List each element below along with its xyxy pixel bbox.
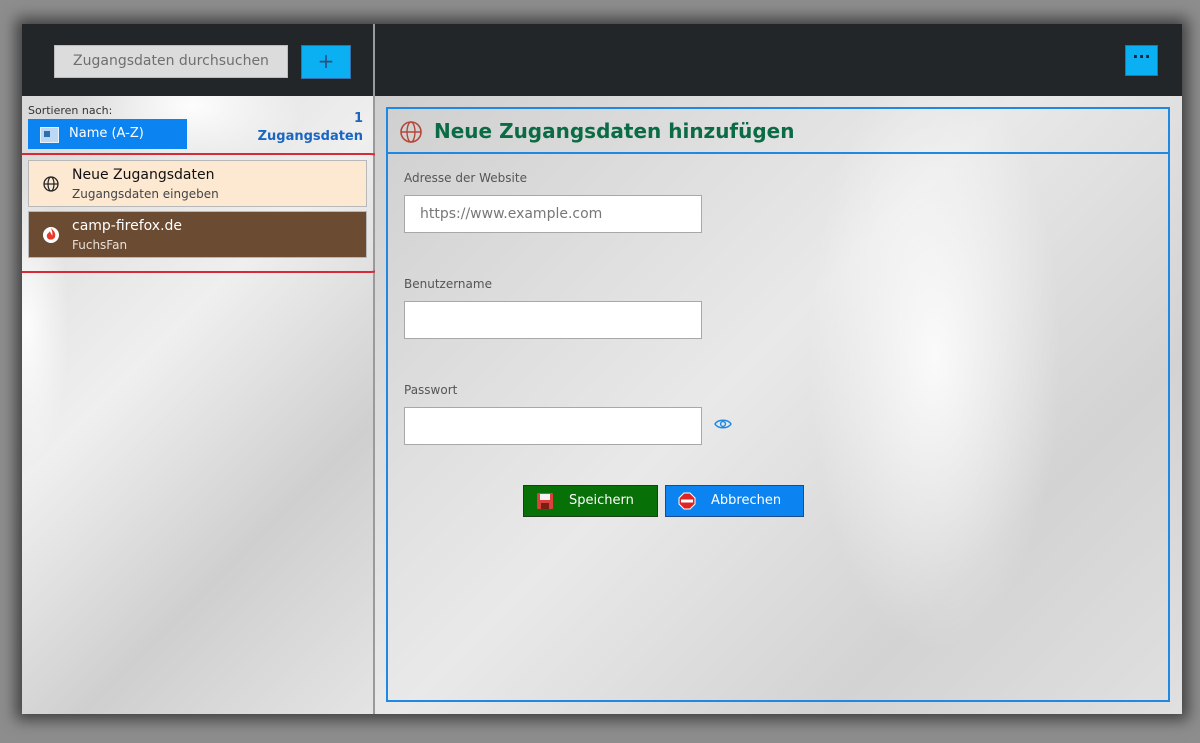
- new-login-form: Neue Zugangsdaten hinzufügen Adresse der…: [386, 107, 1170, 702]
- sort-icon: [40, 127, 59, 143]
- add-login-button[interactable]: +: [301, 45, 351, 79]
- cancel-button[interactable]: Abbrechen: [665, 485, 804, 517]
- form-header: Neue Zugangsdaten hinzufügen: [388, 109, 1168, 154]
- globe-icon: [43, 176, 59, 192]
- form-title: Neue Zugangsdaten hinzufügen: [434, 119, 795, 143]
- firefox-icon: [43, 227, 59, 243]
- save-button[interactable]: Speichern: [523, 485, 658, 517]
- app-window: Zugangsdaten durchsuchen + ··· Sortieren…: [22, 24, 1182, 714]
- right-toolbar: ···: [375, 24, 1182, 96]
- more-menu-button[interactable]: ···: [1125, 45, 1158, 76]
- website-input[interactable]: https://www.example.com: [404, 195, 702, 233]
- search-input[interactable]: Zugangsdaten durchsuchen: [54, 45, 288, 78]
- eye-icon[interactable]: [714, 417, 732, 431]
- list-item-subtitle: Zugangsdaten eingeben: [72, 187, 219, 201]
- password-input[interactable]: [404, 407, 702, 445]
- login-count-number: 1: [353, 111, 363, 126]
- stop-sign-icon: [678, 492, 696, 510]
- floppy-disk-icon: [537, 493, 553, 509]
- login-count: 1 Zugangsdaten: [258, 110, 363, 146]
- sort-label: Sortieren nach:: [28, 104, 113, 117]
- list-item-title: camp-firefox.de: [72, 218, 183, 234]
- save-button-label: Speichern: [569, 493, 634, 508]
- list-item-camp-firefox[interactable]: camp-firefox.de FuchsFan: [28, 211, 367, 258]
- sort-value: Name (A-Z): [69, 126, 144, 141]
- login-list-pane: Sortieren nach: Name (A-Z) 1 Zugangsdate…: [22, 96, 387, 714]
- list-item-new-login[interactable]: Neue Zugangsdaten Zugangsdaten eingeben: [28, 160, 367, 207]
- globe-icon: [400, 121, 422, 143]
- cancel-button-label: Abbrechen: [711, 493, 782, 508]
- list-item-subtitle: FuchsFan: [72, 238, 128, 252]
- website-label: Adresse der Website: [404, 171, 527, 185]
- username-label: Benutzername: [404, 277, 492, 291]
- left-toolbar: Zugangsdaten durchsuchen +: [22, 24, 373, 96]
- sort-dropdown[interactable]: Name (A-Z): [28, 119, 187, 149]
- username-input[interactable]: [404, 301, 702, 339]
- password-label: Passwort: [404, 383, 458, 397]
- login-count-label: Zugangsdaten: [257, 129, 363, 144]
- detail-pane: Neue Zugangsdaten hinzufügen Adresse der…: [375, 96, 1182, 714]
- list-item-title: Neue Zugangsdaten: [72, 167, 215, 183]
